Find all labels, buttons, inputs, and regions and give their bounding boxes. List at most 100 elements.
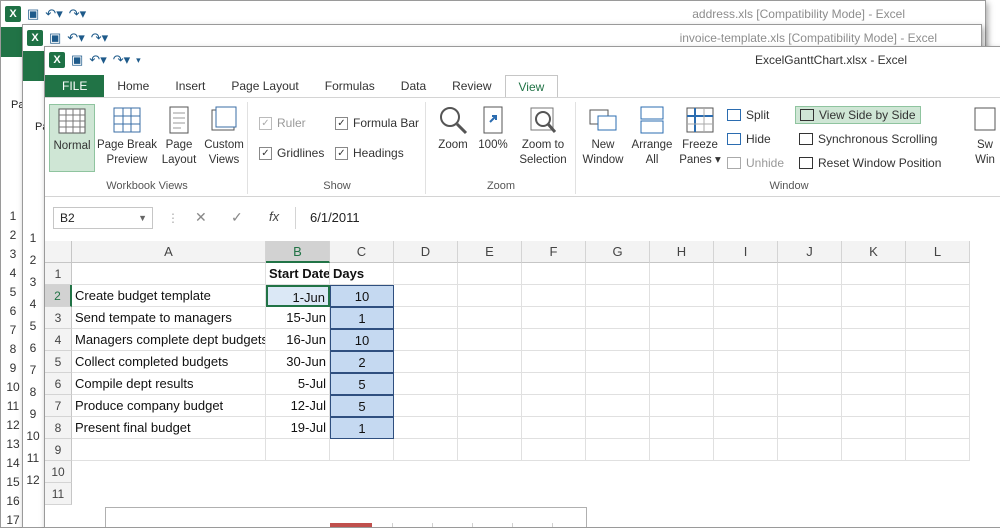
empty-cell[interactable] xyxy=(650,439,714,461)
row-header-1[interactable]: 1 xyxy=(45,263,72,285)
empty-cell[interactable] xyxy=(778,285,842,307)
task-cell[interactable]: Create budget template xyxy=(72,285,266,307)
empty-cell[interactable] xyxy=(778,439,842,461)
empty-cell[interactable] xyxy=(650,307,714,329)
tab-page-layout[interactable]: Page Layout xyxy=(218,75,311,97)
empty-cell[interactable] xyxy=(522,373,586,395)
empty-cell[interactable] xyxy=(842,351,906,373)
empty-cell[interactable] xyxy=(778,395,842,417)
tab-home[interactable]: Home xyxy=(104,75,162,97)
empty-cell[interactable] xyxy=(714,373,778,395)
empty-cell[interactable] xyxy=(842,263,906,285)
save-icon[interactable]: ▣ xyxy=(49,30,61,46)
empty-cell[interactable] xyxy=(586,373,650,395)
empty-cell[interactable] xyxy=(906,351,970,373)
column-header-g[interactable]: G xyxy=(586,241,650,263)
hide-button[interactable]: Hide xyxy=(727,132,771,146)
empty-cell[interactable] xyxy=(586,307,650,329)
empty-cell[interactable] xyxy=(586,263,650,285)
empty-cell[interactable] xyxy=(778,329,842,351)
empty-cell[interactable] xyxy=(522,285,586,307)
empty-cell[interactable] xyxy=(394,263,458,285)
empty-cell[interactable] xyxy=(72,439,266,461)
switch-windows-button[interactable]: Sw Win xyxy=(967,104,1000,168)
task-cell[interactable]: Collect completed budgets xyxy=(72,351,266,373)
days-cell[interactable]: 10 xyxy=(330,329,394,351)
undo-icon[interactable]: ↶▾ xyxy=(89,52,106,68)
empty-cell[interactable] xyxy=(842,329,906,351)
empty-cell[interactable] xyxy=(586,439,650,461)
column-header-j[interactable]: J xyxy=(778,241,842,263)
redo-icon[interactable]: ↷▾ xyxy=(69,6,86,22)
empty-cell[interactable] xyxy=(522,395,586,417)
days-header[interactable]: Days xyxy=(330,263,394,285)
days-cell[interactable]: 1 xyxy=(330,417,394,439)
start-date-cell[interactable]: 12-Jul xyxy=(266,395,330,417)
empty-cell[interactable] xyxy=(650,373,714,395)
redo-icon[interactable]: ↷▾ xyxy=(113,52,130,68)
empty-cell[interactable] xyxy=(458,439,522,461)
empty-cell[interactable] xyxy=(394,417,458,439)
empty-cell[interactable] xyxy=(586,329,650,351)
empty-cell[interactable] xyxy=(842,417,906,439)
drag-handle-icon[interactable]: ⋮ xyxy=(167,211,179,225)
tab-file[interactable]: FILE xyxy=(45,75,105,97)
empty-cell[interactable] xyxy=(330,439,394,461)
row-header-6[interactable]: 6 xyxy=(45,373,72,395)
empty-cell[interactable] xyxy=(714,329,778,351)
save-icon[interactable]: ▣ xyxy=(27,6,39,22)
column-header-h[interactable]: H xyxy=(650,241,714,263)
empty-cell[interactable] xyxy=(522,329,586,351)
empty-cell[interactable] xyxy=(522,439,586,461)
select-all-corner[interactable] xyxy=(45,241,72,263)
start-date-cell[interactable]: 15-Jun xyxy=(266,307,330,329)
redo-icon[interactable]: ↷▾ xyxy=(91,30,108,46)
empty-cell[interactable] xyxy=(650,395,714,417)
empty-cell[interactable] xyxy=(394,439,458,461)
zoom-button[interactable]: Zoom xyxy=(433,104,473,153)
empty-cell[interactable] xyxy=(458,285,522,307)
chevron-down-icon[interactable]: ▼ xyxy=(138,208,147,228)
empty-cell[interactable] xyxy=(522,351,586,373)
empty-cell[interactable] xyxy=(586,395,650,417)
tab-view[interactable]: View xyxy=(504,75,559,99)
empty-cell[interactable] xyxy=(842,395,906,417)
synchronous-scrolling-button[interactable]: Synchronous Scrolling xyxy=(799,132,937,146)
row-header-10[interactable]: 10 xyxy=(45,461,72,483)
row-header-2[interactable]: 2 xyxy=(45,285,72,307)
formula-bar-checkbox[interactable]: ✓ Formula Bar xyxy=(335,116,419,130)
column-header-f[interactable]: F xyxy=(522,241,586,263)
task-cell[interactable]: Compile dept results xyxy=(72,373,266,395)
reset-window-position-button[interactable]: Reset Window Position xyxy=(799,156,941,170)
start-date-header[interactable]: Start Date xyxy=(266,263,330,285)
normal-view-button[interactable]: Normal xyxy=(49,104,95,172)
unhide-button[interactable]: Unhide xyxy=(727,156,784,170)
days-cell[interactable]: 5 xyxy=(330,373,394,395)
empty-cell[interactable] xyxy=(522,263,586,285)
column-header-a[interactable]: A xyxy=(72,241,266,263)
row-header-11[interactable]: 11 xyxy=(45,483,72,505)
gridlines-checkbox[interactable]: ✓ Gridlines xyxy=(259,146,324,160)
days-cell[interactable]: 2 xyxy=(330,351,394,373)
empty-cell[interactable] xyxy=(906,263,970,285)
save-icon[interactable]: ▣ xyxy=(71,52,83,68)
empty-cell[interactable] xyxy=(714,285,778,307)
row-header-7[interactable]: 7 xyxy=(45,395,72,417)
row-header-9[interactable]: 9 xyxy=(45,439,72,461)
column-header-b[interactable]: B xyxy=(266,241,330,263)
column-header-i[interactable]: I xyxy=(714,241,778,263)
page-break-preview-button[interactable]: Page Break Preview xyxy=(97,104,157,168)
empty-cell[interactable] xyxy=(842,373,906,395)
empty-cell[interactable] xyxy=(842,307,906,329)
enter-icon[interactable]: ✓ xyxy=(231,209,243,226)
empty-cell[interactable] xyxy=(458,417,522,439)
headings-checkbox[interactable]: ✓ Headings xyxy=(335,146,404,160)
tab-formulas[interactable]: Formulas xyxy=(312,75,388,97)
customize-toolbar-icon[interactable]: ▾ xyxy=(136,55,141,66)
empty-cell[interactable] xyxy=(778,417,842,439)
days-cell[interactable]: 5 xyxy=(330,395,394,417)
custom-views-button[interactable]: Custom Views xyxy=(201,104,247,168)
empty-cell[interactable] xyxy=(458,307,522,329)
gantt-chart[interactable]: Create budget template xyxy=(105,507,587,527)
empty-cell[interactable] xyxy=(906,439,970,461)
